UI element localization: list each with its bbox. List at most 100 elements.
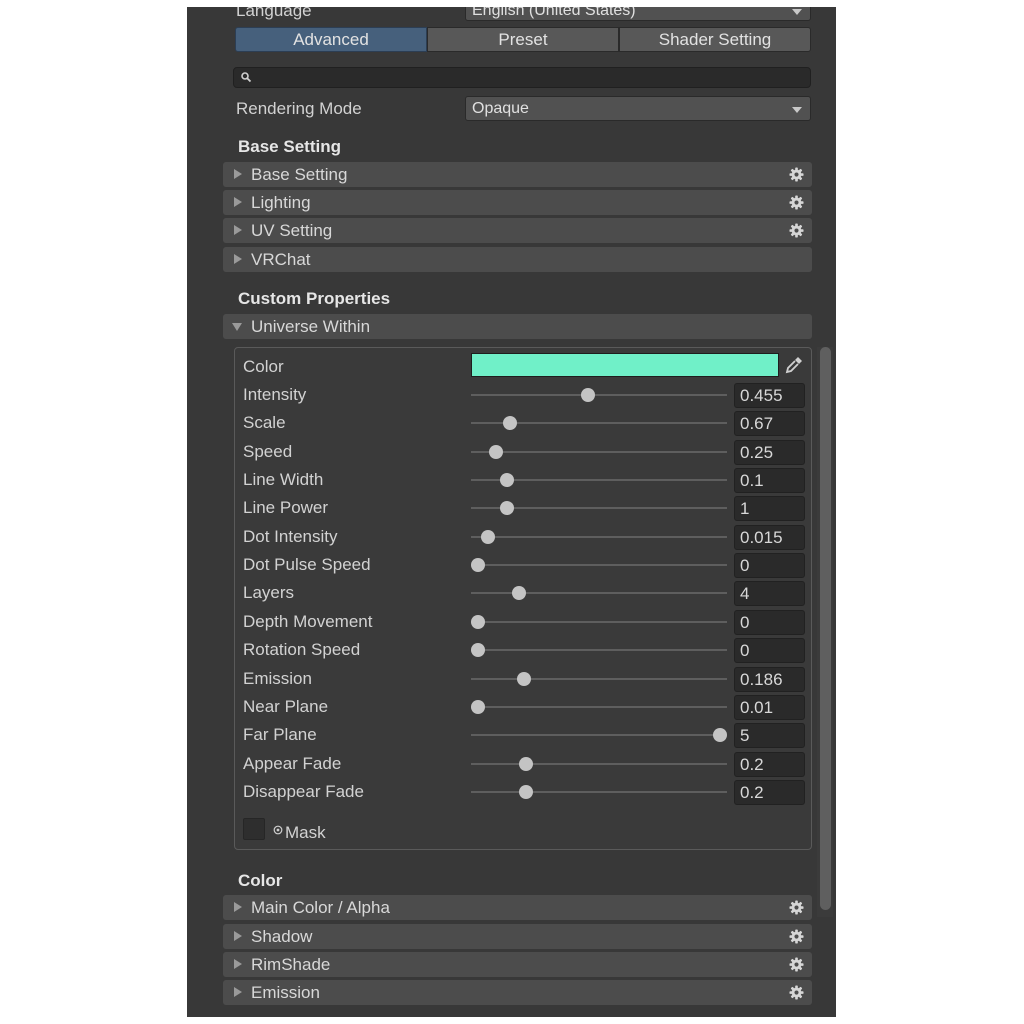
foldout-label: UV Setting — [251, 221, 333, 240]
slider-value-field[interactable]: 0.2 — [734, 779, 805, 805]
foldout-rimshade[interactable]: RimShade — [223, 952, 812, 977]
foldout-lighting[interactable]: Lighting — [223, 190, 812, 215]
rendering-mode-dropdown[interactable]: Opaque — [465, 96, 811, 121]
chevron-right-icon — [234, 902, 242, 912]
slider-value-field[interactable]: 0 — [734, 553, 805, 579]
slider-track[interactable] — [471, 564, 727, 567]
slider-track[interactable] — [471, 677, 727, 680]
slider-label: Dot Pulse Speed — [243, 555, 371, 575]
gear-icon[interactable] — [789, 223, 804, 238]
foldout-uv-setting[interactable]: UV Setting — [223, 218, 812, 243]
language-label: Language — [236, 7, 312, 20]
slider-handle[interactable] — [471, 614, 485, 629]
foldout-base-setting[interactable]: Base Setting — [223, 162, 812, 187]
slider-label: Far Plane — [243, 725, 317, 745]
slider-track[interactable] — [471, 450, 727, 453]
slider-value-field[interactable]: 5 — [734, 723, 805, 749]
eyedropper-icon[interactable] — [782, 353, 806, 377]
scrollbar-thumb[interactable] — [820, 347, 831, 910]
slider-track[interactable] — [471, 592, 727, 595]
slider-label: Scale — [243, 413, 286, 433]
rendering-mode-label: Rendering Mode — [236, 99, 362, 118]
slider-handle[interactable] — [489, 444, 504, 459]
foldout-label: Emission — [251, 983, 320, 1002]
search-input[interactable] — [233, 67, 811, 88]
gear-icon[interactable] — [789, 985, 804, 1000]
slider-label: Line Power — [243, 498, 329, 518]
tab-shader-setting[interactable]: Shader Setting — [619, 27, 811, 52]
slider-value-field[interactable]: 1 — [734, 496, 805, 522]
gear-icon[interactable] — [789, 900, 804, 915]
gear-icon[interactable] — [789, 929, 804, 944]
chevron-right-icon — [234, 987, 242, 997]
color-label: Color — [243, 357, 284, 376]
slider-track[interactable] — [471, 394, 727, 396]
slider-track[interactable] — [471, 762, 727, 765]
slider-handle[interactable] — [500, 473, 515, 488]
slider-label: Speed — [243, 441, 293, 461]
slider-label: Depth Movement — [243, 611, 373, 631]
slider-label: Dot Intensity — [243, 526, 338, 546]
slider-track[interactable] — [471, 705, 727, 708]
foldout-label: Base Setting — [251, 165, 348, 184]
slider-value-field[interactable]: 0 — [734, 638, 805, 664]
language-value: English (United States) — [472, 7, 636, 19]
chevron-right-icon — [234, 169, 242, 179]
slider-label: Appear Fade — [243, 753, 342, 773]
language-dropdown[interactable]: English (United States) — [465, 7, 811, 21]
tab-preset[interactable]: Preset — [427, 27, 619, 52]
chevron-down-icon — [232, 323, 242, 331]
gear-icon[interactable] — [789, 957, 804, 972]
slider-handle[interactable] — [471, 699, 485, 714]
slider-value-field[interactable]: 0.67 — [734, 411, 805, 437]
slider-handle[interactable] — [519, 756, 534, 771]
gear-icon[interactable] — [789, 195, 804, 210]
chevron-down-icon — [792, 9, 802, 15]
slider-value-field[interactable]: 0.01 — [734, 694, 805, 720]
slider-value-field[interactable]: 0.015 — [734, 524, 805, 550]
foldout-vrchat[interactable]: VRChat — [223, 247, 812, 272]
slider-track[interactable] — [471, 535, 727, 538]
slider-label: Line Width — [243, 470, 324, 490]
color-field[interactable] — [471, 353, 779, 377]
slider-track[interactable] — [471, 620, 727, 623]
foldout-label: Lighting — [251, 193, 311, 212]
slider-value-field[interactable]: 0 — [734, 609, 805, 635]
slider-value-field[interactable]: 0.1 — [734, 468, 805, 494]
foldout-label: RimShade — [251, 955, 331, 974]
mask-label: Mask — [285, 823, 326, 842]
foldout-emission[interactable]: Emission — [223, 980, 812, 1005]
slider-value-field[interactable]: 4 — [734, 581, 805, 607]
foldout-main-color-alpha[interactable]: Main Color / Alpha — [223, 895, 812, 920]
slider-value-field[interactable]: 0.2 — [734, 751, 805, 777]
custom-properties-section-title: Custom Properties — [238, 289, 391, 308]
chevron-right-icon — [234, 931, 242, 941]
slider-handle[interactable] — [471, 558, 485, 573]
foldout-universe-within[interactable]: Universe Within — [223, 314, 812, 339]
slider-handle[interactable] — [480, 529, 495, 544]
rendering-mode-value: Opaque — [472, 100, 529, 117]
foldout-label: Shadow — [251, 927, 313, 946]
slider-track[interactable] — [471, 649, 727, 652]
base-setting-section-title: Base Setting — [238, 137, 341, 156]
slider-label: Rotation Speed — [243, 640, 361, 660]
foldout-shadow[interactable]: Shadow — [223, 924, 812, 949]
slider-label: Emission — [243, 668, 312, 688]
slider-value-field[interactable]: 0.455 — [734, 383, 805, 408]
slider-track[interactable] — [471, 790, 727, 793]
mask-toggle[interactable] — [243, 818, 265, 840]
slider-track[interactable] — [471, 734, 727, 737]
chevron-right-icon — [234, 254, 242, 264]
slider-label: Near Plane — [243, 696, 329, 716]
foldout-label: Main Color / Alpha — [251, 898, 390, 917]
gear-icon[interactable] — [789, 167, 804, 182]
slider-handle[interactable] — [581, 388, 596, 402]
mode-tabs: Advanced Preset Shader Setting — [235, 27, 811, 52]
slider-handle[interactable] — [516, 671, 531, 686]
slider-value-field[interactable]: 0.25 — [734, 439, 805, 465]
tab-advanced[interactable]: Advanced — [235, 27, 427, 52]
slider-label: Intensity — [243, 385, 307, 404]
chevron-right-icon — [234, 197, 242, 207]
object-picker-icon[interactable] — [273, 825, 283, 835]
slider-value-field[interactable]: 0.186 — [734, 666, 805, 692]
